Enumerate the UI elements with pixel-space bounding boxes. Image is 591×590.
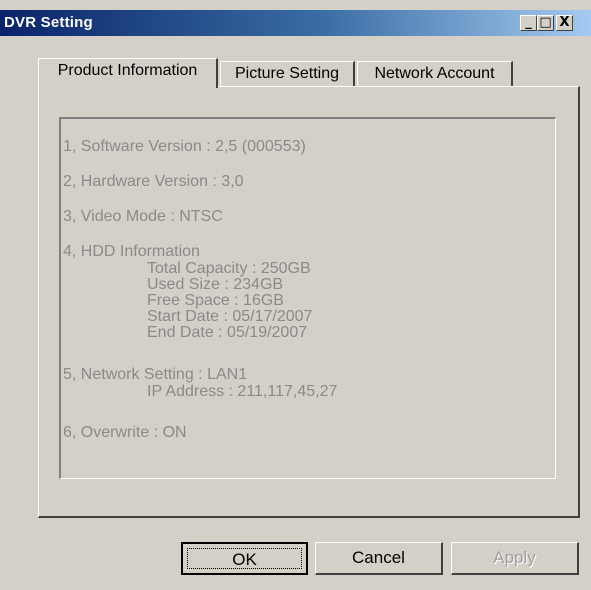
network-setting: 5, Network Setting : LAN1 [63, 366, 248, 383]
software-version: 1, Software Version : 2,5 (000553) [63, 138, 306, 155]
overwrite-setting: 6, Overwrite : ON [63, 424, 187, 441]
maximize-button[interactable]: □ [537, 15, 554, 31]
hdd-total-capacity: Total Capacity : 250GB [147, 260, 311, 277]
hdd-start-date: Start Date : 05/17/2007 [147, 308, 313, 325]
hdd-used-size: Used Size : 234GB [147, 276, 284, 293]
product-info-box: 1, Software Version : 2,5 (000553) 2, Ha… [59, 117, 556, 479]
ip-address: IP Address : 211,117,45,27 [147, 383, 338, 400]
hdd-end-date: End Date : 05/19/2007 [147, 324, 308, 341]
minimize-button[interactable]: _ [520, 15, 537, 31]
hdd-free-space: Free Space : 16GB [147, 292, 284, 309]
video-mode: 3, Video Mode : NTSC [63, 208, 223, 225]
tab-panel-product-information: 1, Software Version : 2,5 (000553) 2, Ha… [38, 86, 580, 518]
cancel-button[interactable]: Cancel [315, 542, 443, 575]
close-button[interactable]: X [556, 15, 573, 31]
title-bar[interactable]: DVR Setting _ □ X [0, 10, 591, 36]
hdd-information-heading: 4, HDD Information [63, 243, 200, 260]
tab-network-account[interactable]: Network Account [357, 61, 513, 87]
window-title: DVR Setting [4, 14, 93, 31]
ok-label: OK [187, 548, 302, 569]
dvr-setting-dialog: DVR Setting _ □ X Product Information Pi… [0, 0, 591, 590]
tab-product-information[interactable]: Product Information [38, 58, 218, 88]
hardware-version: 2, Hardware Version : 3,0 [63, 173, 244, 190]
ok-button[interactable]: OK [181, 542, 308, 575]
tab-picture-setting[interactable]: Picture Setting [220, 61, 355, 87]
apply-button[interactable]: Apply [451, 542, 579, 575]
